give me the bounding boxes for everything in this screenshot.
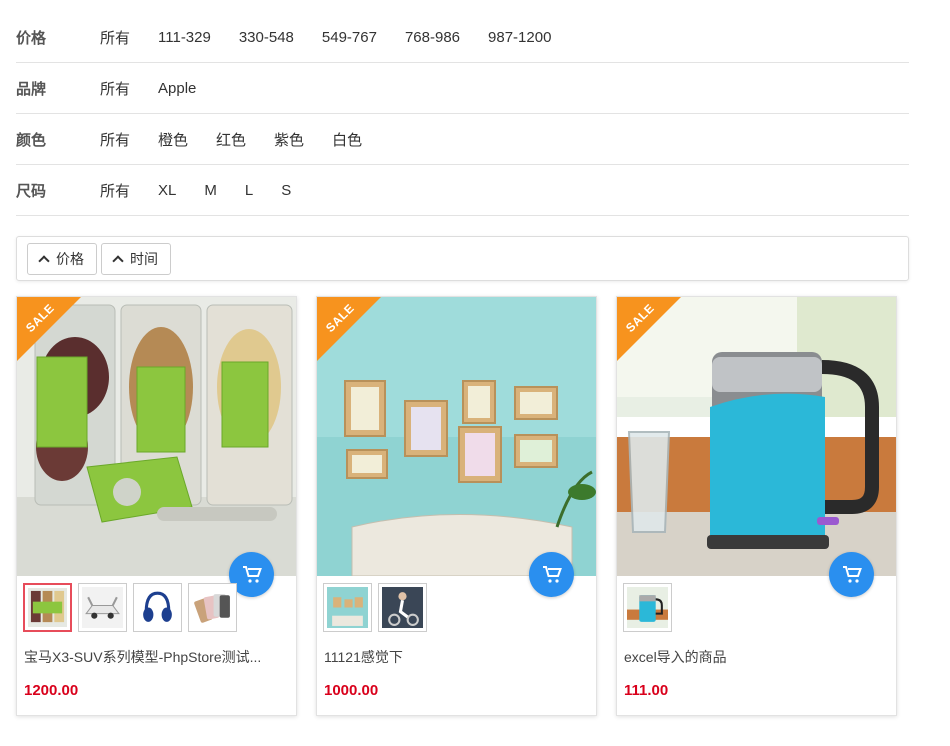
filter-option[interactable]: 所有 <box>100 27 130 48</box>
thumbnail-list <box>623 583 678 632</box>
filter-option[interactable]: 111-329 <box>158 29 211 46</box>
filter-option[interactable]: 红色 <box>216 129 246 150</box>
product-image[interactable]: SALE <box>17 297 296 576</box>
filter-option[interactable]: 所有 <box>100 129 130 150</box>
product-title[interactable]: excel导入的商品 <box>624 647 727 667</box>
sort-time-button[interactable]: 时间 <box>101 242 171 275</box>
filter-option[interactable]: 768-986 <box>405 29 460 46</box>
cart-icon <box>842 565 862 583</box>
filter-label: 颜色 <box>16 131 47 149</box>
sort-price-button[interactable]: 价格 <box>27 242 97 275</box>
product-price: 111.00 <box>624 682 669 699</box>
filter-option[interactable]: 330-548 <box>239 29 294 46</box>
filter-option[interactable]: S <box>281 182 291 199</box>
filter-label: 品牌 <box>16 80 47 98</box>
thumbnail-photo-frames[interactable] <box>323 583 372 632</box>
filter-option[interactable]: Apple <box>158 80 196 97</box>
thumbnail-white-car[interactable] <box>78 583 127 632</box>
product-price: 1000.00 <box>324 682 379 699</box>
filter-option[interactable]: 549-767 <box>322 29 377 46</box>
filter-option[interactable]: XL <box>158 182 176 199</box>
thumbnail-phones[interactable] <box>188 583 237 632</box>
product-image[interactable]: SALE <box>317 297 596 576</box>
thumbnail-list <box>23 583 243 632</box>
product-price: 1200.00 <box>24 682 79 699</box>
filter-panel: 价格 所有 111-329 330-548 549-767 768-986 98… <box>16 12 909 216</box>
thumbnail-blue-headphones[interactable] <box>133 583 182 632</box>
filter-row-size: 尺码 所有 XL M L S <box>16 165 909 216</box>
add-to-cart-button[interactable] <box>829 552 874 597</box>
chevron-up-icon <box>112 254 124 267</box>
filter-option[interactable]: 橙色 <box>158 129 188 150</box>
product-title[interactable]: 宝马X3-SUV系列模型-PhpStore测试... <box>24 647 261 667</box>
filter-label: 价格 <box>16 29 47 47</box>
thumbnail-electric-kettle[interactable] <box>623 583 672 632</box>
product-card: SALE 宝马X3-SUV系列模型-PhpStore测试... 1200.00 <box>16 296 297 716</box>
filter-row-color: 颜色 所有 橙色 红色 紫色 白色 <box>16 114 909 165</box>
product-grid: SALE 宝马X3-SUV系列模型-PhpStore测试... 1200.00 … <box>16 296 909 716</box>
cart-icon <box>242 565 262 583</box>
filter-option[interactable]: 所有 <box>100 180 130 201</box>
filter-option[interactable]: 987-1200 <box>488 29 551 46</box>
sort-bar: 价格 时间 <box>16 236 909 281</box>
thumbnail-exercise-bike[interactable] <box>378 583 427 632</box>
filter-option[interactable]: M <box>204 182 217 199</box>
sale-ribbon: SALE <box>317 297 381 361</box>
thumbnail-storage-jars[interactable] <box>23 583 72 632</box>
filter-option[interactable]: L <box>245 182 253 199</box>
filter-label: 尺码 <box>16 182 47 200</box>
cart-icon <box>542 565 562 583</box>
product-image[interactable]: SALE <box>617 297 896 576</box>
add-to-cart-button[interactable] <box>529 552 574 597</box>
sort-time-label: 时间 <box>130 250 158 267</box>
filter-row-price: 价格 所有 111-329 330-548 549-767 768-986 98… <box>16 12 909 63</box>
sale-ribbon: SALE <box>17 297 81 361</box>
product-card: SALE 11121感觉下 1000.00 <box>316 296 597 716</box>
thumbnail-list <box>323 583 433 632</box>
product-title[interactable]: 11121感觉下 <box>324 647 403 667</box>
filter-option[interactable]: 白色 <box>332 129 362 150</box>
sort-price-label: 价格 <box>56 250 84 267</box>
filter-row-brand: 品牌 所有 Apple <box>16 63 909 114</box>
sale-ribbon: SALE <box>617 297 681 361</box>
chevron-up-icon <box>38 254 50 267</box>
product-card: SALE excel导入的商品 111.00 <box>616 296 897 716</box>
filter-option[interactable]: 所有 <box>100 78 130 99</box>
filter-option[interactable]: 紫色 <box>274 129 304 150</box>
